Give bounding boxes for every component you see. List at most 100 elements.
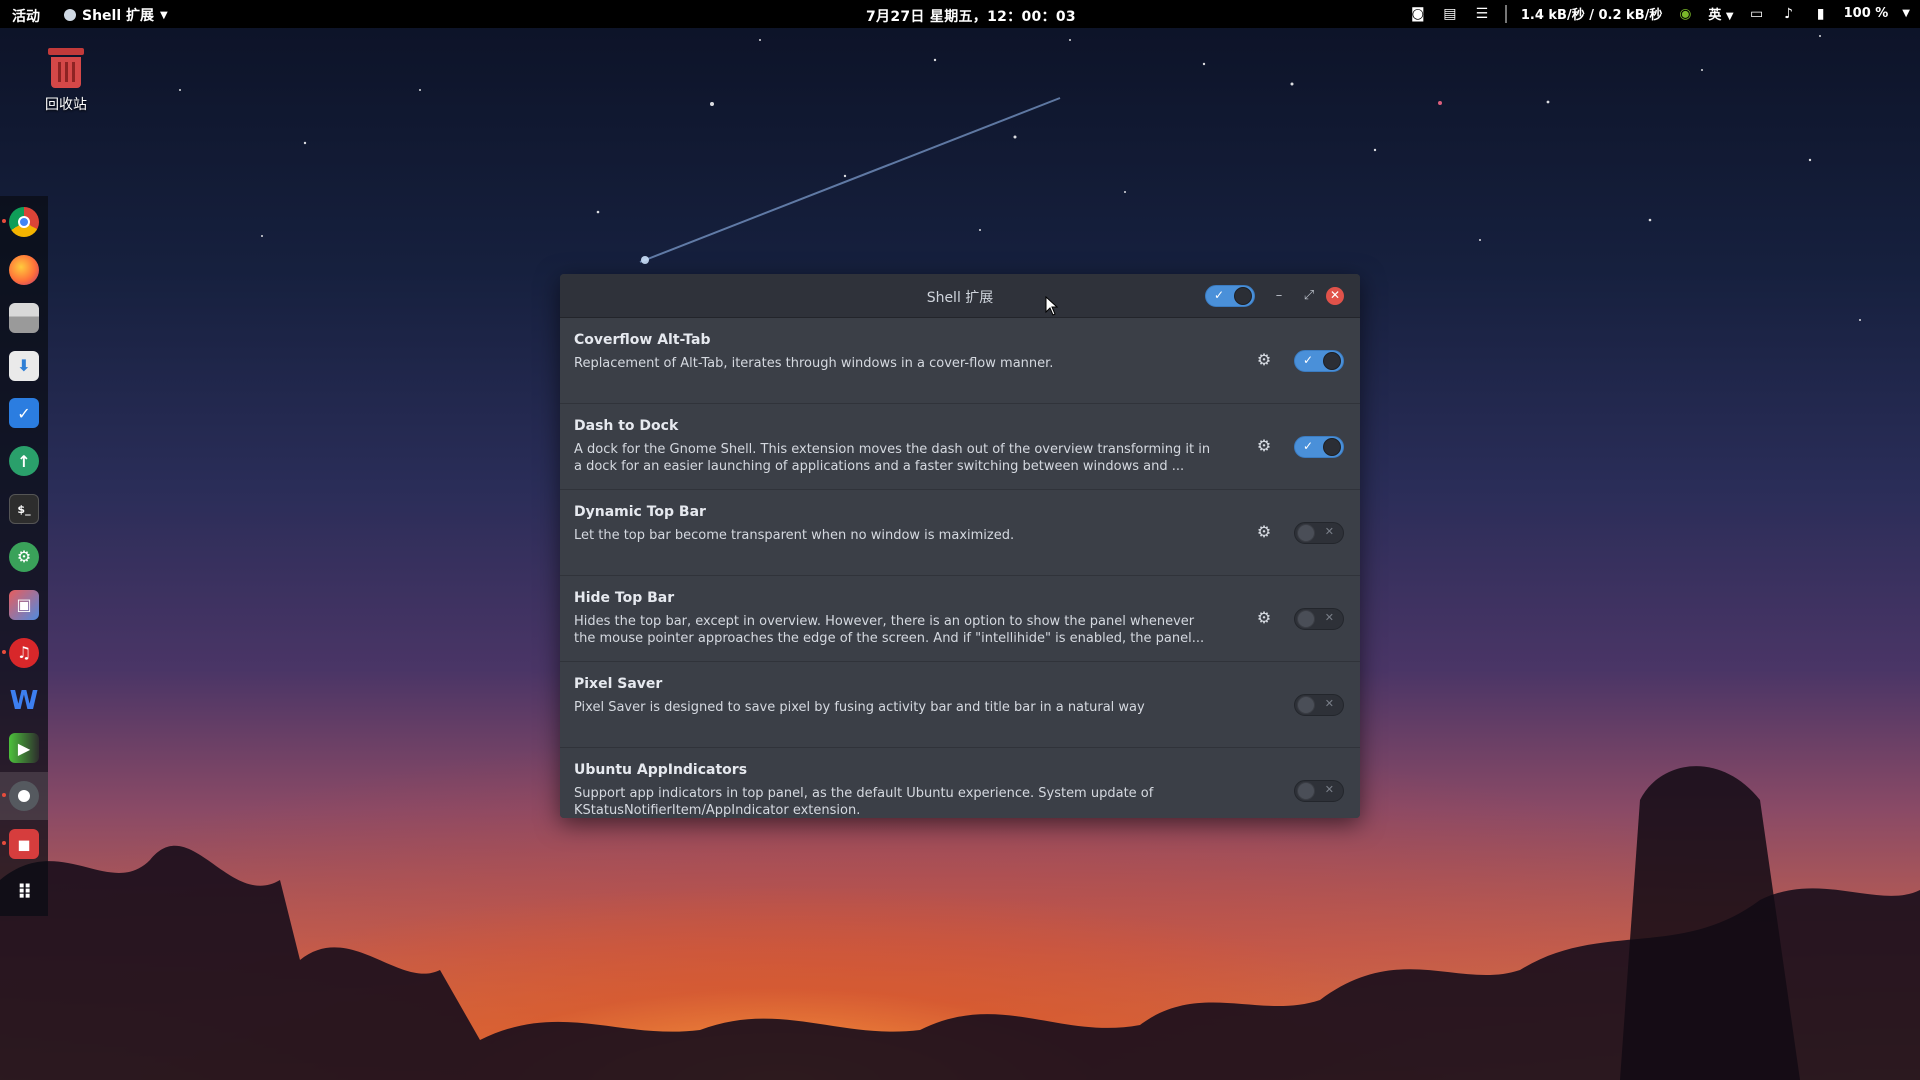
- extension-toggle[interactable]: ✓: [1294, 436, 1344, 458]
- nvidia-icon[interactable]: ◉: [1676, 5, 1694, 23]
- extension-toggle[interactable]: ✕: [1294, 522, 1344, 544]
- dock-item-chrome[interactable]: [0, 198, 48, 246]
- dock-item-firefox[interactable]: [0, 246, 48, 294]
- dock-item-screen-recorder[interactable]: ◼: [0, 820, 48, 868]
- dock-item-terminal[interactable]: $_: [0, 485, 48, 533]
- extension-name: Pixel Saver: [574, 676, 663, 692]
- toggle-knob: [1297, 782, 1315, 800]
- extension-row-dynamic-top-bar[interactable]: Dynamic Top Bar Let the top bar become t…: [560, 490, 1360, 576]
- extension-description: Replacement of Alt-Tab, iterates through…: [574, 356, 1054, 371]
- dock-item-software[interactable]: ⬇: [0, 342, 48, 390]
- notes-icon[interactable]: ▤: [1441, 5, 1459, 23]
- chevron-down-icon: ▼: [160, 9, 168, 21]
- master-extensions-toggle[interactable]: ✓: [1205, 285, 1255, 307]
- extension-name: Hide Top Bar: [574, 590, 675, 606]
- maximize-button[interactable]: ⤢: [1300, 287, 1318, 305]
- screenshot-icon: ▣: [9, 589, 39, 620]
- dock-item-screenshot[interactable]: ▣: [0, 581, 48, 629]
- app-menu[interactable]: Shell 扩展 ▼: [64, 5, 168, 25]
- toggle-knob: [1297, 696, 1315, 714]
- extension-row-pixel-saver[interactable]: Pixel Saver Pixel Saver is designed to s…: [560, 662, 1360, 748]
- firefox-icon: [9, 254, 39, 285]
- extension-name: Dash to Dock: [574, 418, 679, 434]
- tray-divider: [1504, 4, 1507, 23]
- dock-item-wps-writer[interactable]: W: [0, 677, 48, 725]
- desktop-trash[interactable]: 回收站: [38, 48, 94, 114]
- gear-icon[interactable]: ⚙: [1254, 522, 1274, 542]
- extension-description: Support app indicators in top panel, as …: [574, 786, 1154, 818]
- extension-name: Dynamic Top Bar: [574, 504, 706, 520]
- battery-percent[interactable]: 100 %: [1844, 6, 1889, 21]
- dock-item-tweaks[interactable]: ⚙: [0, 533, 48, 581]
- extension-toggle[interactable]: ✕: [1294, 608, 1344, 630]
- wps-writer-icon: W: [9, 685, 39, 716]
- shell-extensions-window: Shell 扩展 ✓ – ⤢ ✕ Coverflow Alt-Tab Repla…: [560, 274, 1360, 818]
- screen-recorder-icon: ◼: [9, 829, 39, 860]
- dock-item-app-grid[interactable]: ⠿: [0, 868, 48, 916]
- extension-row-hide-top-bar[interactable]: Hide Top Bar Hides the top bar, except i…: [560, 576, 1360, 662]
- dock-item-tasks[interactable]: ✓: [0, 389, 48, 437]
- volume-icon[interactable]: ♪: [1780, 5, 1798, 23]
- extension-row-ubuntu-appindicators[interactable]: Ubuntu AppIndicators Support app indicat…: [560, 748, 1360, 818]
- menu-icon[interactable]: ☰: [1473, 5, 1491, 23]
- upload-icon: ↑: [9, 446, 39, 477]
- x-icon: ✕: [1324, 697, 1334, 710]
- app-grid-icon: ⠿: [16, 879, 33, 904]
- extension-description: Let the top bar become transparent when …: [574, 528, 1015, 543]
- system-tray: ◙ ▤ ☰ 1.4 kB/秒 / 0.2 kB/秒 ◉ 英 ▼ ▭ ♪ ▮ 10…: [1409, 4, 1910, 23]
- check-icon: ✓: [1303, 439, 1314, 453]
- input-method-label: 英: [1708, 8, 1722, 23]
- extension-toggle[interactable]: ✓: [1294, 350, 1344, 372]
- extension-toggle[interactable]: ✕: [1294, 694, 1344, 716]
- extension-description: Pixel Saver is designed to save pixel by…: [574, 700, 1145, 715]
- extension-name: Ubuntu AppIndicators: [574, 762, 748, 778]
- netease-music-icon: ♫: [9, 637, 39, 668]
- camera-icon[interactable]: ◙: [1409, 5, 1427, 23]
- chevron-down-icon: ▼: [1725, 11, 1734, 22]
- top-panel: 活动 Shell 扩展 ▼ 7月27日 星期五，12：00：03 ◙ ▤ ☰ 1…: [0, 0, 1920, 28]
- trash-icon: [48, 48, 84, 88]
- minimize-button[interactable]: –: [1270, 287, 1288, 305]
- gear-icon[interactable]: ⚙: [1254, 436, 1274, 456]
- tweaks-icon: ⚙: [9, 541, 39, 572]
- files-icon: [9, 302, 39, 333]
- extension-description: Hides the top bar, except in overview. H…: [574, 614, 1205, 646]
- dock-item-media-player[interactable]: ▶: [0, 724, 48, 772]
- close-button[interactable]: ✕: [1326, 287, 1344, 305]
- settings-icon: [9, 781, 39, 812]
- dock-item-files[interactable]: [0, 294, 48, 342]
- extension-toggle[interactable]: ✕: [1294, 780, 1344, 802]
- trash-label: 回收站: [45, 97, 87, 113]
- chevron-down-icon[interactable]: ▼: [1902, 8, 1910, 19]
- input-method-indicator[interactable]: 英 ▼: [1708, 4, 1733, 23]
- window-titlebar[interactable]: Shell 扩展 ✓ – ⤢ ✕: [560, 274, 1360, 318]
- x-icon: ✕: [1324, 783, 1334, 796]
- tasks-icon: ✓: [9, 398, 39, 429]
- display-icon[interactable]: ▭: [1748, 5, 1766, 23]
- app-menu-label: Shell 扩展: [82, 8, 155, 24]
- terminal-icon: $_: [9, 494, 39, 525]
- chrome-icon: [9, 206, 39, 237]
- dock-item-netease-music[interactable]: ♫: [0, 629, 48, 677]
- mouse-cursor-icon: [1045, 296, 1059, 316]
- toggle-knob: [1323, 352, 1341, 370]
- gear-icon[interactable]: ⚙: [1254, 350, 1274, 370]
- clock[interactable]: 7月27日 星期五，12：00：03: [866, 6, 1076, 26]
- extension-description: A dock for the Gnome Shell. This extensi…: [574, 442, 1211, 474]
- activities-button[interactable]: 活动: [12, 6, 40, 26]
- toggle-knob: [1323, 438, 1341, 456]
- check-icon: ✓: [1303, 353, 1314, 367]
- battery-icon[interactable]: ▮: [1812, 5, 1830, 23]
- extension-row-coverflow-alt-tab[interactable]: Coverflow Alt-Tab Replacement of Alt-Tab…: [560, 318, 1360, 404]
- toggle-knob: [1297, 610, 1315, 628]
- gear-icon[interactable]: ⚙: [1254, 608, 1274, 628]
- dock-item-settings[interactable]: [0, 772, 48, 821]
- extension-row-dash-to-dock[interactable]: Dash to Dock A dock for the Gnome Shell.…: [560, 404, 1360, 490]
- extension-name: Coverflow Alt-Tab: [574, 332, 711, 348]
- dock-item-upload[interactable]: ↑: [0, 437, 48, 485]
- network-speed[interactable]: 1.4 kB/秒 / 0.2 kB/秒: [1521, 4, 1663, 23]
- check-icon: ✓: [1214, 288, 1225, 302]
- toggle-knob: [1297, 524, 1315, 542]
- x-icon: ✕: [1324, 525, 1334, 538]
- x-icon: ✕: [1324, 611, 1334, 624]
